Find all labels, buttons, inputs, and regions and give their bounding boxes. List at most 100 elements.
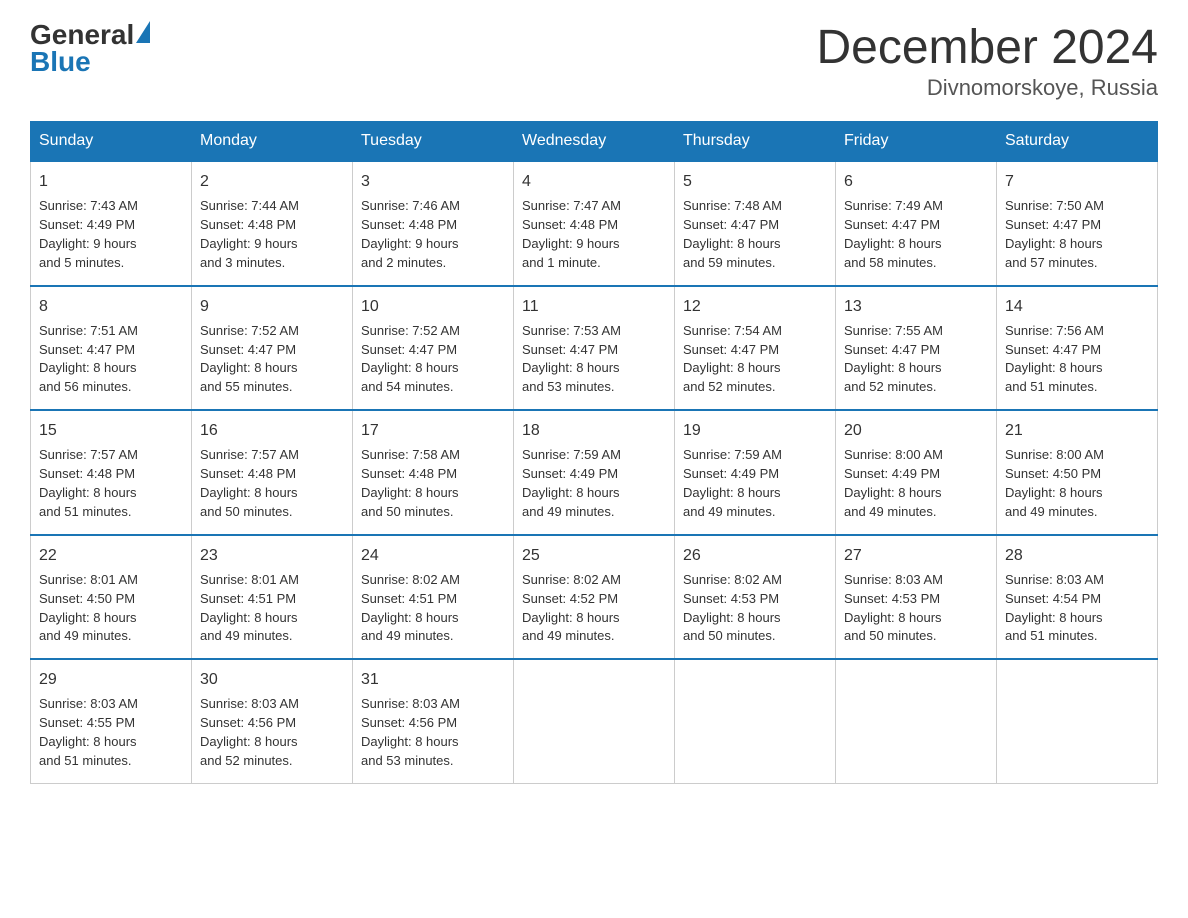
sunset-text: Sunset: 4:52 PM — [522, 590, 666, 609]
sunrise-text: Sunrise: 7:57 AM — [39, 446, 183, 465]
sunrise-text: Sunrise: 7:52 AM — [361, 322, 505, 341]
daylight-minutes-text: and 50 minutes. — [200, 503, 344, 522]
day-number: 10 — [361, 295, 505, 318]
sunrise-text: Sunrise: 7:51 AM — [39, 322, 183, 341]
day-number: 22 — [39, 544, 183, 567]
sunrise-text: Sunrise: 8:01 AM — [39, 571, 183, 590]
location: Divnomorskoye, Russia — [816, 75, 1158, 101]
day-number: 14 — [1005, 295, 1149, 318]
weekday-header-sunday: Sunday — [31, 122, 192, 162]
sunrise-text: Sunrise: 7:56 AM — [1005, 322, 1149, 341]
calendar-cell: 14 Sunrise: 7:56 AMSunset: 4:47 PMDayligh… — [997, 286, 1158, 411]
calendar-cell — [514, 659, 675, 783]
calendar-cell: 18 Sunrise: 7:59 AMSunset: 4:49 PMDayligh… — [514, 410, 675, 535]
daylight-text: Daylight: 8 hours — [39, 609, 183, 628]
daylight-minutes-text: and 52 minutes. — [844, 378, 988, 397]
day-info: Sunrise: 8:03 AMSunset: 4:54 PMDaylight:… — [1005, 571, 1149, 646]
daylight-text: Daylight: 9 hours — [361, 235, 505, 254]
day-info: Sunrise: 8:03 AMSunset: 4:53 PMDaylight:… — [844, 571, 988, 646]
calendar-cell: 22Sunrise: 8:01 AMSunset: 4:50 PMDayligh… — [31, 535, 192, 660]
daylight-text: Daylight: 8 hours — [1005, 359, 1149, 378]
logo-blue-text: Blue — [30, 47, 150, 78]
daylight-text: Daylight: 8 hours — [200, 733, 344, 752]
sunset-text: Sunset: 4:48 PM — [522, 216, 666, 235]
daylight-minutes-text: and 51 minutes. — [39, 752, 183, 771]
sunrise-text: Sunrise: 8:02 AM — [522, 571, 666, 590]
day-info: Sunrise: 7:43 AMSunset: 4:49 PMDaylight:… — [39, 197, 183, 272]
day-info: Sunrise: 8:02 AMSunset: 4:52 PMDaylight:… — [522, 571, 666, 646]
daylight-minutes-text: and 53 minutes. — [522, 378, 666, 397]
daylight-minutes-text: and 49 minutes. — [361, 627, 505, 646]
calendar-cell — [675, 659, 836, 783]
sunset-text: Sunset: 4:50 PM — [1005, 465, 1149, 484]
sunset-text: Sunset: 4:47 PM — [522, 341, 666, 360]
day-number: 26 — [683, 544, 827, 567]
day-info: Sunrise: 7:57 AMSunset: 4:48 PMDaylight:… — [200, 446, 344, 521]
day-info: Sunrise: 7:57 AMSunset: 4:48 PMDaylight:… — [39, 446, 183, 521]
day-number: 24 — [361, 544, 505, 567]
sunset-text: Sunset: 4:53 PM — [683, 590, 827, 609]
calendar-cell — [997, 659, 1158, 783]
daylight-text: Daylight: 9 hours — [39, 235, 183, 254]
sunset-text: Sunset: 4:54 PM — [1005, 590, 1149, 609]
title-block: December 2024 Divnomorskoye, Russia — [816, 20, 1158, 101]
daylight-text: Daylight: 8 hours — [361, 359, 505, 378]
daylight-minutes-text: and 58 minutes. — [844, 254, 988, 273]
calendar-cell: 31Sunrise: 8:03 AMSunset: 4:56 PMDayligh… — [353, 659, 514, 783]
day-info: Sunrise: 8:03 AMSunset: 4:56 PMDaylight:… — [361, 695, 505, 770]
sunset-text: Sunset: 4:47 PM — [683, 341, 827, 360]
calendar-cell: 11Sunrise: 7:53 AMSunset: 4:47 PMDayligh… — [514, 286, 675, 411]
day-info: Sunrise: 7:56 AMSunset: 4:47 PMDaylight:… — [1005, 322, 1149, 397]
sunrise-text: Sunrise: 8:00 AM — [1005, 446, 1149, 465]
calendar-cell: 6Sunrise: 7:49 AMSunset: 4:47 PMDaylight… — [836, 161, 997, 286]
sunset-text: Sunset: 4:47 PM — [844, 216, 988, 235]
month-title: December 2024 — [816, 20, 1158, 75]
day-number: 20 — [844, 419, 988, 442]
day-number: 3 — [361, 170, 505, 193]
calendar-week-row: 22Sunrise: 8:01 AMSunset: 4:50 PMDayligh… — [31, 535, 1158, 660]
daylight-text: Daylight: 8 hours — [844, 235, 988, 254]
sunrise-text: Sunrise: 7:43 AM — [39, 197, 183, 216]
daylight-minutes-text: and 51 minutes. — [39, 503, 183, 522]
daylight-text: Daylight: 8 hours — [1005, 484, 1149, 503]
daylight-text: Daylight: 8 hours — [522, 609, 666, 628]
calendar-cell: 8Sunrise: 7:51 AMSunset: 4:47 PMDaylight… — [31, 286, 192, 411]
day-info: Sunrise: 8:01 AMSunset: 4:51 PMDaylight:… — [200, 571, 344, 646]
daylight-text: Daylight: 8 hours — [683, 235, 827, 254]
day-info: Sunrise: 7:59 AMSunset: 4:49 PMDaylight:… — [522, 446, 666, 521]
daylight-minutes-text: and 52 minutes. — [200, 752, 344, 771]
day-number: 18 — [522, 419, 666, 442]
daylight-text: Daylight: 8 hours — [844, 484, 988, 503]
daylight-minutes-text: and 2 minutes. — [361, 254, 505, 273]
sunset-text: Sunset: 4:56 PM — [200, 714, 344, 733]
sunrise-text: Sunrise: 7:48 AM — [683, 197, 827, 216]
calendar-cell: 29Sunrise: 8:03 AMSunset: 4:55 PMDayligh… — [31, 659, 192, 783]
daylight-text: Daylight: 8 hours — [361, 733, 505, 752]
sunrise-text: Sunrise: 7:46 AM — [361, 197, 505, 216]
sunset-text: Sunset: 4:47 PM — [683, 216, 827, 235]
day-number: 12 — [683, 295, 827, 318]
daylight-minutes-text: and 49 minutes. — [200, 627, 344, 646]
day-number: 2 — [200, 170, 344, 193]
daylight-minutes-text: and 51 minutes. — [1005, 378, 1149, 397]
daylight-text: Daylight: 8 hours — [361, 609, 505, 628]
day-number: 9 — [200, 295, 344, 318]
calendar-cell: 1 Sunrise: 7:43 AMSunset: 4:49 PMDaylight… — [31, 161, 192, 286]
day-number: 30 — [200, 668, 344, 691]
sunrise-text: Sunrise: 7:55 AM — [844, 322, 988, 341]
sunrise-text: Sunrise: 7:54 AM — [683, 322, 827, 341]
daylight-text: Daylight: 8 hours — [683, 609, 827, 628]
sunset-text: Sunset: 4:49 PM — [844, 465, 988, 484]
daylight-minutes-text: and 49 minutes. — [522, 503, 666, 522]
calendar-cell: 4Sunrise: 7:47 AMSunset: 4:48 PMDaylight… — [514, 161, 675, 286]
day-number: 1 — [39, 170, 183, 193]
weekday-header-monday: Monday — [192, 122, 353, 162]
day-info: Sunrise: 7:55 AMSunset: 4:47 PMDaylight:… — [844, 322, 988, 397]
calendar-week-row: 15Sunrise: 7:57 AMSunset: 4:48 PMDayligh… — [31, 410, 1158, 535]
sunrise-text: Sunrise: 8:00 AM — [844, 446, 988, 465]
day-info: Sunrise: 8:02 AMSunset: 4:51 PMDaylight:… — [361, 571, 505, 646]
daylight-text: Daylight: 8 hours — [844, 359, 988, 378]
sunset-text: Sunset: 4:47 PM — [844, 341, 988, 360]
daylight-text: Daylight: 9 hours — [200, 235, 344, 254]
calendar-cell: 3Sunrise: 7:46 AMSunset: 4:48 PMDaylight… — [353, 161, 514, 286]
